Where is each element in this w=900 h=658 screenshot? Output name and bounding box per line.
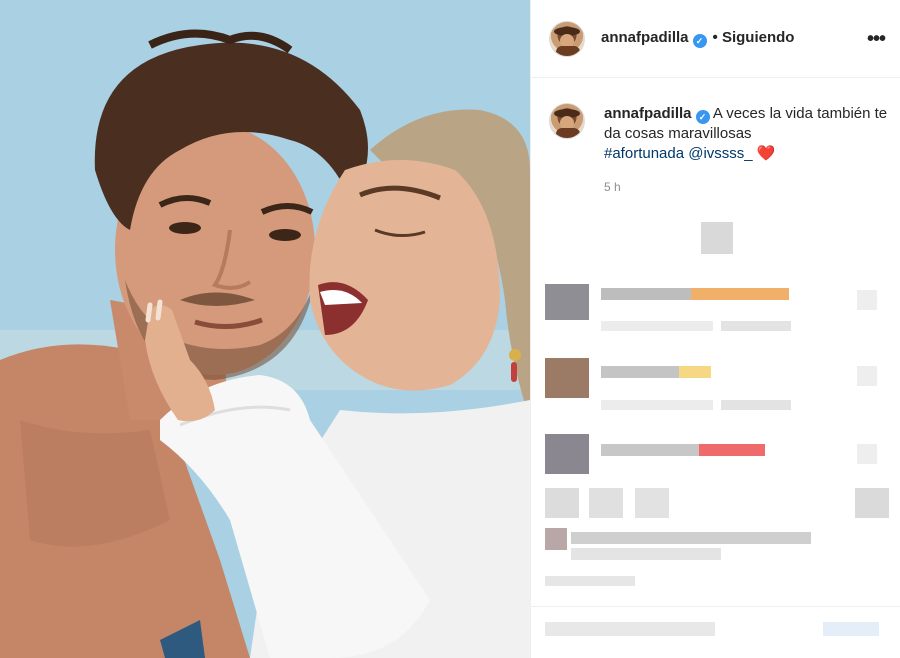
comment-avatar[interactable] <box>545 434 589 474</box>
comment-avatar[interactable] <box>545 358 589 398</box>
photo-illustration <box>0 0 530 658</box>
caption-author-avatar[interactable] <box>549 103 585 139</box>
header-username[interactable]: annafpadilla <box>601 29 689 46</box>
comment-button-icon[interactable] <box>589 488 623 518</box>
caption-hashtag-link[interactable]: #afortunada <box>604 145 684 162</box>
caption-mention-link[interactable]: @ivssss_ <box>688 145 752 162</box>
comment-bar-divider <box>531 606 900 607</box>
comment-username[interactable] <box>601 444 699 456</box>
post-header: annafpadilla ✓ • Siguiendo ••• <box>531 0 900 78</box>
header-author-line: annafpadilla ✓ • Siguiendo <box>601 29 794 48</box>
comment-meta <box>601 400 713 410</box>
post-date <box>545 576 635 586</box>
comment-reply-link[interactable] <box>721 321 791 331</box>
comment-meta <box>601 321 713 331</box>
follow-status-button[interactable]: • Siguiendo <box>713 29 795 46</box>
post-side-panel: annafpadilla ✓ • Siguiendo ••• annafpadill… <box>530 0 900 658</box>
likes-summary[interactable] <box>571 532 811 544</box>
likes-summary-cont <box>571 548 721 560</box>
liker-avatar[interactable] <box>545 528 567 550</box>
comment-reply-link[interactable] <box>721 400 791 410</box>
comment-like-icon[interactable] <box>857 366 877 386</box>
post-timestamp[interactable]: 5 h <box>604 180 621 194</box>
comment-like-icon[interactable] <box>857 444 877 464</box>
comment-like-icon[interactable] <box>857 290 877 310</box>
caption-username[interactable]: annafpadilla <box>604 105 692 122</box>
verified-badge-icon: ✓ <box>695 110 710 124</box>
like-button-icon[interactable] <box>545 488 579 518</box>
comment-text <box>679 366 711 378</box>
comment-text <box>691 288 789 300</box>
comment-avatar[interactable] <box>545 284 589 320</box>
more-options-icon[interactable]: ••• <box>867 28 886 51</box>
avatar-body-shape <box>556 46 580 56</box>
verified-badge-icon: ✓ <box>692 34 707 48</box>
avatar-body-shape <box>556 128 580 138</box>
load-more-comments-icon[interactable] <box>701 222 733 254</box>
add-comment-input[interactable] <box>545 622 715 636</box>
save-button-icon[interactable] <box>855 488 889 518</box>
post-caption: annafpadilla ✓ A veces la vida también te… <box>604 104 889 164</box>
author-avatar[interactable] <box>549 21 585 57</box>
post-photo[interactable] <box>0 0 530 658</box>
comment-username[interactable] <box>601 288 691 300</box>
comment-text <box>699 444 765 456</box>
heart-emoji: ❤️ <box>756 145 776 162</box>
comment-username[interactable] <box>601 366 679 378</box>
share-button-icon[interactable] <box>635 488 669 518</box>
post-comment-button[interactable] <box>823 622 879 636</box>
